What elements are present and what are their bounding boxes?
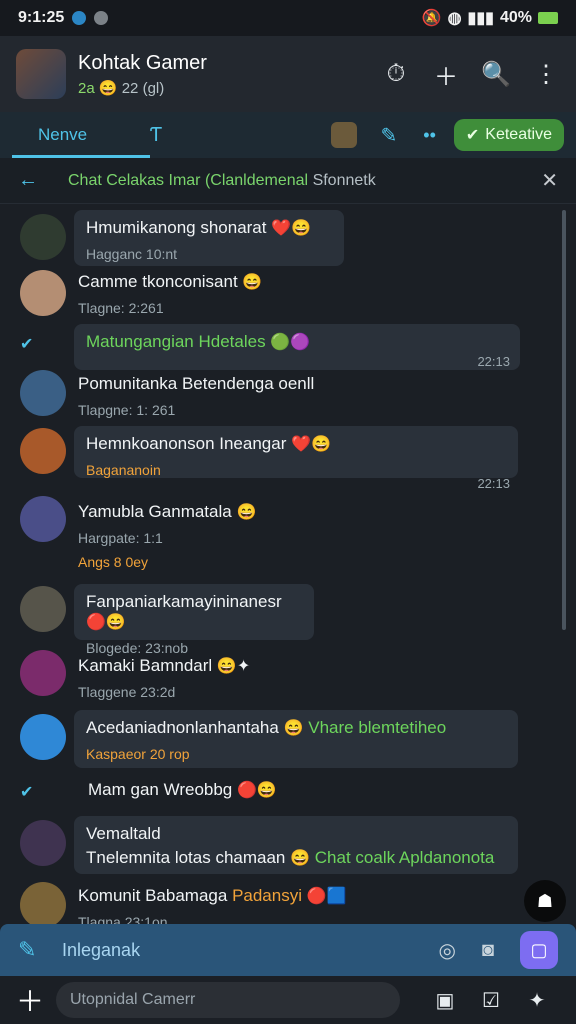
navigate-icon[interactable]: ✦ [514,988,560,1013]
edit-box-icon[interactable]: ☑ [468,988,514,1013]
close-icon[interactable]: ✕ [541,168,558,193]
search-icon[interactable]: 🔍 [481,60,511,88]
avatar[interactable] [20,496,66,542]
status-bar: 9:1:25 🔕 ◍ ▮▮▮ 40% [0,0,576,36]
tab-bar: Nenve Ƭ ✎ •• ✔ Keteative [0,112,576,158]
camera-icon[interactable]: ▣ [422,988,468,1013]
tab-icon-pinned[interactable]: Ƭ [150,124,162,147]
timestamp: 22:13 [477,476,510,491]
check-icon: ✔ [465,127,480,144]
active-status-button[interactable]: ✔ Keteative [453,119,564,151]
bot-icon: ☗ [536,890,554,911]
avatar[interactable] [20,820,66,866]
read-check-icon: ✔ [20,784,34,801]
status-time: 9:1:25 [18,9,65,26]
more-vert-icon[interactable]: ⋮ [532,60,560,88]
avatar[interactable] [20,586,66,632]
avatar[interactable] [20,370,66,416]
chat-title[interactable]: Kohtak Gamer [78,52,382,75]
group-avatar[interactable] [16,49,66,99]
sticker-icon[interactable]: ◙ [482,939,494,962]
composer-bar: ✎ Inleganak ◎ ◙ ▢ [0,924,576,976]
avatar[interactable] [20,428,66,474]
tab-main[interactable]: Nenve [12,112,150,158]
avatar[interactable] [20,714,66,760]
mute-icon: 🔕 [421,10,442,27]
send-button[interactable]: ▢ [520,931,558,969]
message-list[interactable]: Hmumikanong shonarat ❤️😄 Hagganc 10:nt C… [0,204,576,924]
wifi-icon: ◍ [447,10,462,27]
vpn-icon [72,11,87,25]
pen-icon[interactable]: ✎ [18,937,62,963]
avatar[interactable] [20,882,66,924]
read-check-icon: ✔ [20,336,34,353]
battery-icon [538,12,558,24]
subheader: ← Chat Celakas Imar (Clanldemenal Sfonne… [0,158,576,204]
notification-dot-icon [94,11,109,25]
avatar[interactable] [20,270,66,316]
scroll-down-button[interactable]: ☗ [524,880,566,922]
bottom-bar: ＋ Utopnidal Camerr ▣ ☑ ✦ [0,976,576,1024]
chat-subtitle: 2a 😄 22 (gl) [78,79,165,97]
chat-header: Kohtak Gamer 2a 😄 22 (gl) ⏱ ＋ 🔍 ⋮ [0,36,576,112]
signal-icon: ▮▮▮ [467,10,494,27]
scrollbar[interactable] [562,210,566,630]
edit-pin-icon[interactable]: ✎ [381,123,398,148]
avatar[interactable] [20,214,66,260]
battery-text: 40% [499,9,532,26]
subheader-title: Chat Celakas Imar (Clanldemenal Sfonnetk [68,171,376,189]
dots-icon[interactable]: •• [423,125,436,146]
composer-input[interactable]: Inleganak [62,940,438,961]
back-icon[interactable]: ← [18,169,68,192]
timer-icon[interactable]: ⏱ [382,60,410,88]
member-thumb[interactable] [330,122,357,148]
plus-icon[interactable]: ＋ [16,980,56,1020]
add-icon[interactable]: ＋ [432,60,460,91]
avatar[interactable] [20,650,66,696]
bottom-input-field[interactable]: Utopnidal Camerr [56,982,400,1018]
emoji-icon[interactable]: ◎ [438,938,455,963]
timestamp: 22:13 [477,354,510,369]
